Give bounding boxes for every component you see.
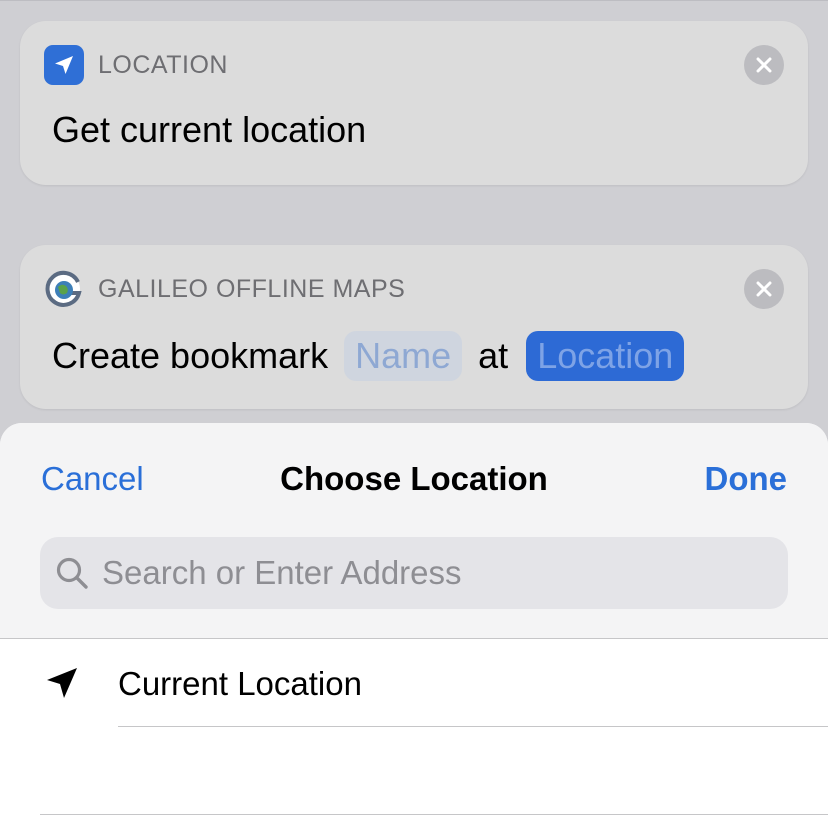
list-item-empty [0, 727, 828, 815]
action-text-connector: at [478, 335, 509, 376]
action-category-label: GALILEO OFFLINE MAPS [98, 274, 406, 303]
search-field[interactable] [40, 537, 788, 609]
action-card-get-location[interactable]: LOCATION Get current location [20, 21, 808, 185]
action-category-label: LOCATION [98, 50, 228, 79]
search-input[interactable] [102, 554, 762, 592]
location-arrow-icon [47, 668, 77, 698]
list-item-current-location[interactable]: Current Location [0, 639, 828, 727]
choose-location-sheet: Choose Location Cancel Done Current Loca… [0, 423, 828, 817]
action-text: Get current location [52, 109, 367, 150]
list-divider [40, 814, 828, 815]
action-card-create-bookmark[interactable]: GALILEO OFFLINE MAPS Create bookmark Nam… [20, 245, 808, 409]
list-item-label: Current Location [118, 665, 362, 702]
action-description: Create bookmark Name at Location [52, 331, 685, 381]
sheet-header: Choose Location Cancel Done [0, 423, 828, 639]
remove-action-button[interactable] [744, 269, 784, 309]
list-divider [118, 726, 828, 727]
shortcut-editor-background: LOCATION Get current location GALILEO OF… [0, 0, 828, 440]
done-button[interactable]: Done [705, 460, 788, 498]
close-icon [756, 57, 772, 73]
close-icon [756, 281, 772, 297]
action-header: LOCATION [44, 45, 228, 85]
action-header: GALILEO OFFLINE MAPS [44, 269, 405, 309]
location-parameter-token[interactable]: Location [526, 331, 685, 381]
action-text-prefix: Create bookmark [52, 335, 329, 376]
cancel-button[interactable]: Cancel [41, 460, 144, 498]
search-icon [54, 555, 90, 591]
remove-action-button[interactable] [744, 45, 784, 85]
galileo-app-icon [44, 269, 84, 309]
action-description: Get current location [52, 109, 366, 151]
name-parameter-token[interactable]: Name [344, 331, 463, 381]
location-app-icon [44, 45, 84, 85]
